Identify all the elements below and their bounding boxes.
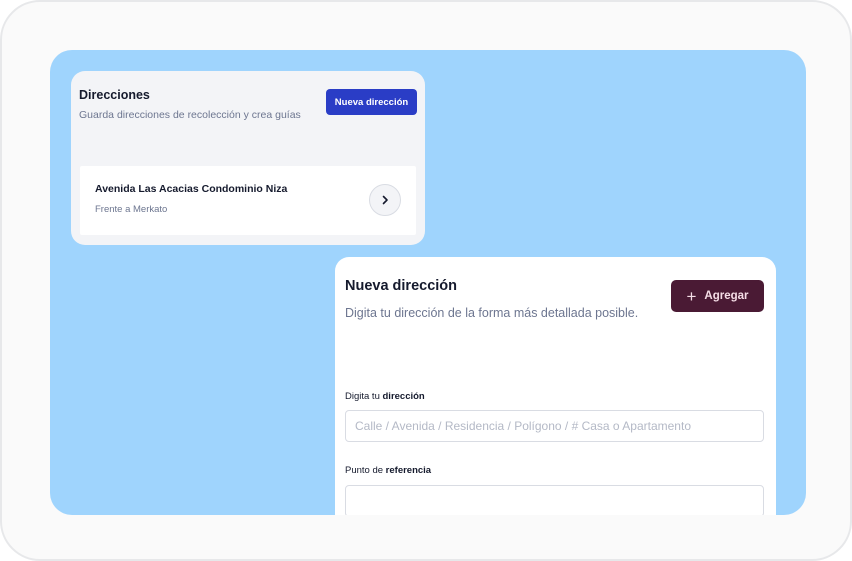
outer-frame: Direcciones Guarda direcciones de recole… xyxy=(0,0,852,561)
new-address-title: Nueva dirección xyxy=(345,278,458,294)
address-list-card: Direcciones Guarda direcciones de recole… xyxy=(71,71,425,245)
plus-icon: + xyxy=(686,286,697,306)
reference-field-label: Punto de referencia xyxy=(345,465,431,476)
address-list-item[interactable]: Avenida Las Acacias Condominio Niza Fren… xyxy=(80,166,416,235)
reference-label-bold: referencia xyxy=(385,465,432,476)
preview-panel: Direcciones Guarda direcciones de recole… xyxy=(50,50,806,515)
new-address-card: Nueva dirección Digita tu dirección de l… xyxy=(335,257,776,515)
new-address-subtitle: Digita tu dirección de la forma más deta… xyxy=(345,306,639,320)
address-name: Avenida Las Acacias Condominio Niza xyxy=(95,183,288,195)
chevron-right-icon xyxy=(382,195,388,205)
address-list-subtitle: Guarda direcciones de recolección y crea… xyxy=(79,109,301,121)
address-field-label: Digita tu dirección xyxy=(345,391,425,402)
address-label-bold: dirección xyxy=(382,391,425,402)
add-address-button[interactable]: + Agregar xyxy=(671,280,764,312)
reference-label-prefix: Punto de xyxy=(345,465,386,476)
new-address-button[interactable]: Nueva dirección xyxy=(326,89,417,115)
add-button-label: Agregar xyxy=(704,290,749,302)
address-reference: Frente a Merkato xyxy=(95,204,168,215)
open-address-button[interactable] xyxy=(369,184,401,216)
reference-input[interactable] xyxy=(345,485,764,515)
address-input[interactable] xyxy=(345,410,764,442)
address-label-prefix: Digita tu xyxy=(345,391,383,402)
address-list-title: Direcciones xyxy=(79,88,150,102)
